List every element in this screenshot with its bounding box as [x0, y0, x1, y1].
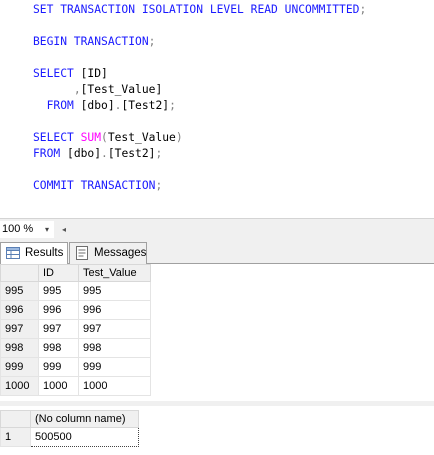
code-token: [Test_Value]: [80, 83, 163, 96]
tab-messages-label: Messages: [94, 247, 147, 259]
code-token: [Test2]: [107, 147, 156, 160]
table-row[interactable]: 996 996 996: [0, 300, 151, 320]
table-cell[interactable]: 999: [38, 357, 79, 377]
table-cell[interactable]: 997: [38, 319, 79, 339]
table-cell[interactable]: 998: [78, 338, 151, 358]
row-number[interactable]: 999: [0, 357, 39, 377]
tab-results-label: Results: [25, 247, 64, 259]
table-cell[interactable]: 999: [78, 357, 151, 377]
table-row[interactable]: 1 500500: [0, 427, 139, 447]
column-header-id[interactable]: ID: [38, 264, 79, 282]
code-token: ,: [73, 83, 81, 96]
row-number[interactable]: 1: [0, 427, 31, 447]
tab-messages[interactable]: Messages: [69, 242, 147, 264]
code-token: ;: [359, 3, 367, 16]
code-line[interactable]: FROM [dbo].[Test2];: [33, 98, 366, 114]
table-cell[interactable]: 996: [78, 300, 151, 320]
results-grid-2[interactable]: (No column name) 1 500500: [0, 410, 139, 447]
code-token: FROM: [46, 99, 81, 112]
tab-results[interactable]: Results: [0, 242, 68, 265]
table-cell[interactable]: 998: [38, 338, 79, 358]
table-row[interactable]: 997 997 997: [0, 319, 151, 339]
table-cell[interactable]: 1000: [38, 376, 79, 396]
code-line[interactable]: SELECT SUM(Test_Value): [33, 130, 366, 146]
code-token: [dbo]: [67, 147, 102, 160]
row-number[interactable]: 995: [0, 281, 39, 301]
sql-editor[interactable]: SET TRANSACTION ISOLATION LEVEL READ UNC…: [0, 0, 434, 218]
code-token: (: [101, 131, 108, 144]
row-number[interactable]: 998: [0, 338, 39, 358]
table-row[interactable]: 995 995 995: [0, 281, 151, 301]
code-token: SET TRANSACTION ISOLATION LEVEL READ UNC…: [33, 3, 360, 16]
code-token: COMMIT TRANSACTION: [33, 179, 156, 192]
table-cell[interactable]: 995: [38, 281, 79, 301]
table-cell[interactable]: 500500: [30, 427, 139, 447]
code-line[interactable]: ,[Test_Value]: [33, 82, 366, 98]
results-pane: ID Test_Value 995 995 995 996 996 996 997 997 99…: [0, 264, 434, 455]
grid-splitter[interactable]: [0, 401, 434, 406]
code-token: [ID]: [80, 67, 108, 80]
column-header-test-value[interactable]: Test_Value: [78, 264, 151, 282]
scroll-left-arrow-icon[interactable]: ◂: [58, 222, 70, 237]
code-line[interactable]: [33, 162, 366, 178]
code-token: .: [101, 147, 108, 160]
chevron-down-icon[interactable]: ▾: [41, 221, 53, 238]
code-token: FROM: [33, 147, 68, 160]
code-token: [dbo]: [80, 99, 115, 112]
sql-code[interactable]: SET TRANSACTION ISOLATION LEVEL READ UNC…: [33, 2, 366, 194]
code-line[interactable]: [33, 114, 366, 130]
code-line[interactable]: BEGIN TRANSACTION;: [33, 34, 366, 50]
grid-icon: [6, 247, 20, 259]
code-token: Test_Value: [107, 131, 176, 144]
code-line[interactable]: COMMIT TRANSACTION;: [33, 178, 366, 194]
code-line[interactable]: [33, 50, 366, 66]
table-row[interactable]: 1000 1000 1000: [0, 376, 151, 396]
code-token: BEGIN TRANSACTION: [33, 35, 149, 48]
zoom-value: 100 %: [2, 223, 34, 235]
row-header-corner[interactable]: [0, 264, 39, 282]
table-cell[interactable]: 996: [38, 300, 79, 320]
table-row[interactable]: 998 998 998: [0, 338, 151, 358]
editor-margin: [0, 0, 18, 218]
results-grid-1[interactable]: ID Test_Value 995 995 995 996 996 996 997 997 99…: [0, 264, 151, 396]
code-line[interactable]: SELECT [ID]: [33, 66, 366, 82]
row-number[interactable]: 996: [0, 300, 39, 320]
code-token: SELECT: [33, 131, 81, 144]
code-token: ;: [169, 99, 176, 112]
row-header-corner[interactable]: [0, 410, 31, 428]
code-line[interactable]: SET TRANSACTION ISOLATION LEVEL READ UNC…: [33, 2, 366, 18]
table-cell[interactable]: 995: [78, 281, 151, 301]
code-token: ;: [155, 179, 163, 192]
code-token: ): [175, 131, 183, 144]
table-cell[interactable]: 1000: [78, 376, 151, 396]
zoom-bar: 100 % ▾ ◂: [0, 218, 434, 240]
column-header-no-column-name[interactable]: (No column name): [30, 410, 139, 428]
results-tabs: Results Messages: [0, 240, 434, 265]
code-token: [Test2]: [121, 99, 170, 112]
table-row[interactable]: 999 999 999: [0, 357, 151, 377]
code-line[interactable]: FROM [dbo].[Test2];: [33, 146, 366, 162]
code-line[interactable]: [33, 18, 366, 34]
table-cell[interactable]: 997: [78, 319, 151, 339]
messages-icon: [76, 246, 88, 260]
code-token: SELECT: [33, 67, 81, 80]
row-number[interactable]: 1000: [0, 376, 39, 396]
code-token: ;: [148, 35, 156, 48]
code-token: ;: [155, 147, 163, 160]
row-number[interactable]: 997: [0, 319, 39, 339]
code-token: SUM: [80, 131, 102, 144]
